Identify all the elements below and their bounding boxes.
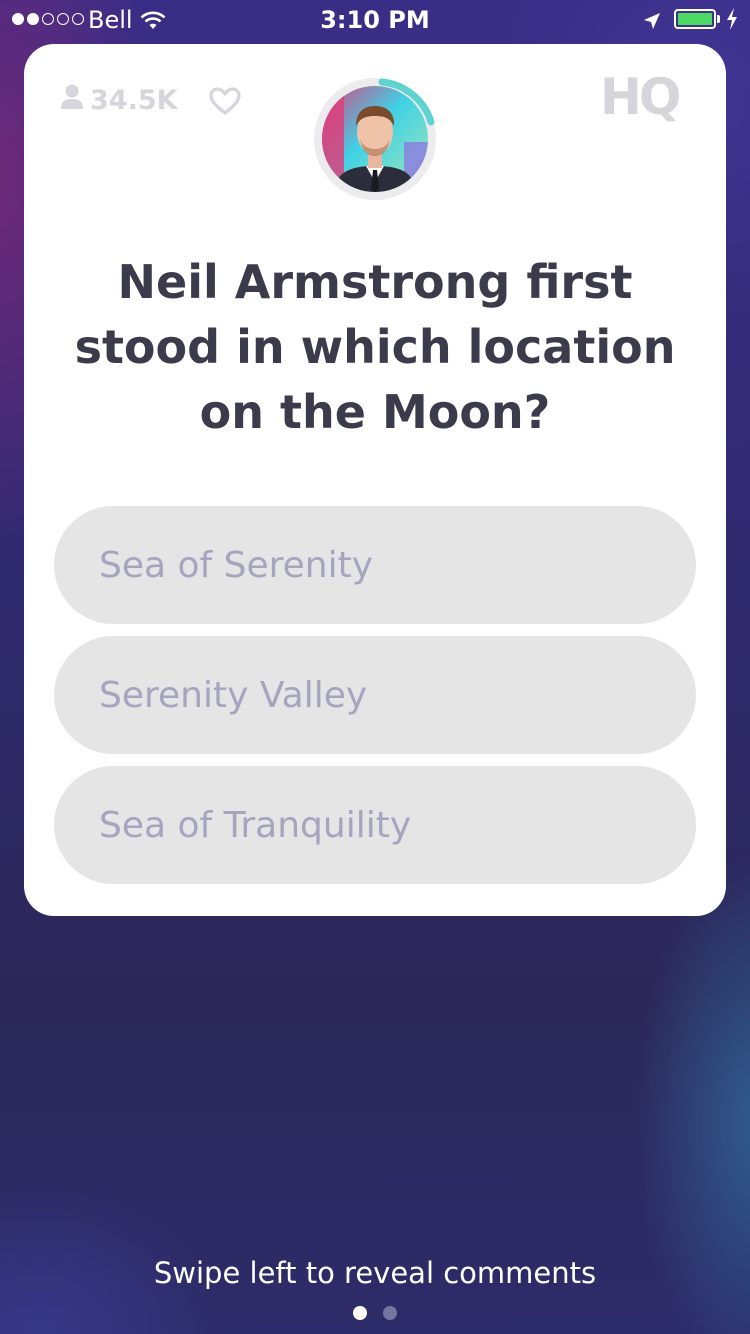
answer-option-3[interactable]: Sea of Tranquility xyxy=(54,766,696,884)
battery-level xyxy=(678,13,712,25)
person-icon xyxy=(60,84,84,117)
host-avatar xyxy=(322,86,428,192)
hq-logo: HQ xyxy=(600,68,681,126)
battery-tip xyxy=(717,15,720,23)
answer-option-2[interactable]: Serenity Valley xyxy=(54,636,696,754)
question-card: 34.5K HQ Neil Armstrong first stood in w… xyxy=(24,44,726,916)
viewer-count: 34.5K xyxy=(60,84,178,117)
page-indicator[interactable] xyxy=(0,1306,750,1320)
question-text: Neil Armstrong first stood in which loca… xyxy=(74,255,676,439)
swipe-hint: Swipe left to reveal comments xyxy=(153,1256,597,1290)
bolt-icon xyxy=(726,8,738,36)
answer-option-1[interactable]: Sea of Serenity xyxy=(54,506,696,624)
status-bar: Bell 3:10 PM xyxy=(0,0,750,40)
status-time: 3:10 PM xyxy=(320,6,430,34)
battery-icon xyxy=(674,9,716,29)
page-dot-1[interactable] xyxy=(353,1306,367,1320)
viewer-count-value: 34.5K xyxy=(90,85,178,116)
heart-icon[interactable] xyxy=(208,86,242,120)
page-dot-2[interactable] xyxy=(383,1306,397,1320)
answer-list: Sea of Serenity Serenity Valley Sea of T… xyxy=(54,506,696,896)
location-arrow-icon xyxy=(642,9,662,37)
